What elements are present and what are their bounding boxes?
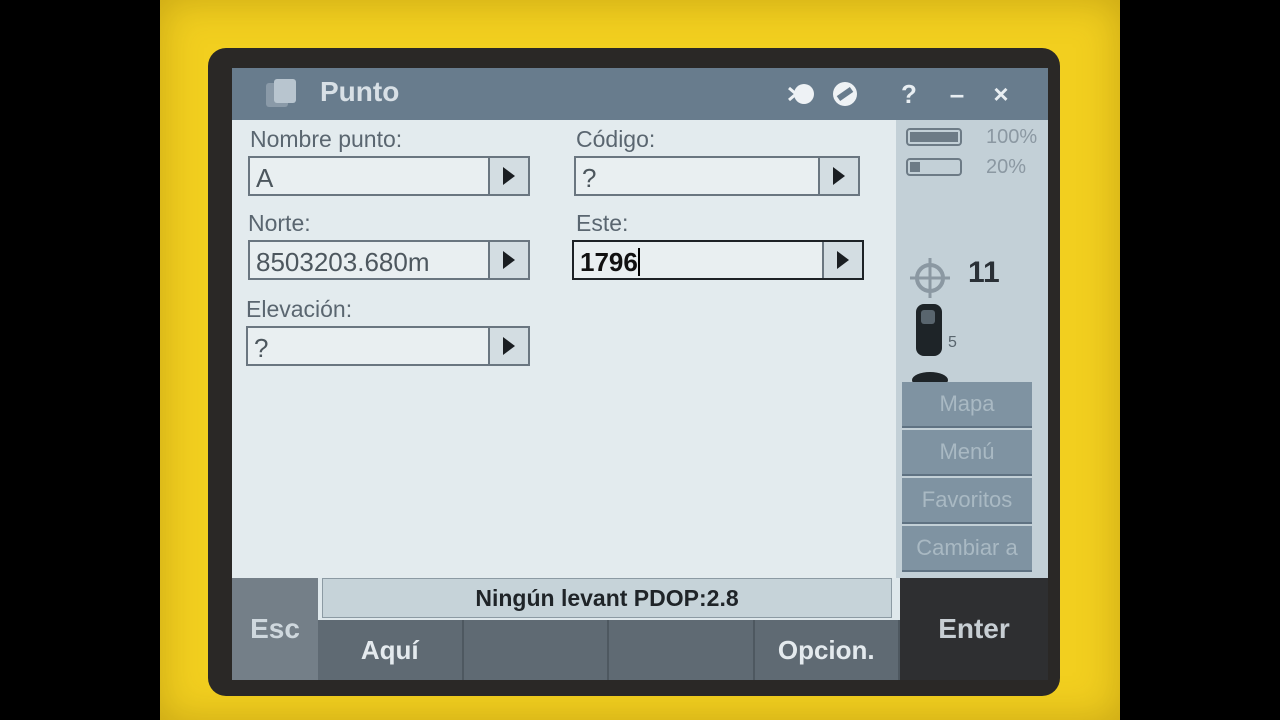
code-arrow-button[interactable]: [818, 158, 858, 194]
no-entry-icon[interactable]: [828, 78, 862, 110]
help-button[interactable]: ?: [892, 78, 926, 110]
screen: Punto ? – × Nombre punto: A Código: ? No…: [232, 68, 1048, 680]
status-panel: 100% 20% 11 5 ? Mapa Menú Favoritos Camb…: [896, 120, 1048, 578]
battery-1-text: 100%: [986, 126, 1038, 148]
softkey-3[interactable]: [609, 620, 755, 680]
right-arrow-icon: [503, 337, 515, 355]
north-value: 8503203.680m: [256, 247, 430, 277]
battery-2[interactable]: 20%: [906, 156, 1026, 178]
east-arrow-button[interactable]: [822, 242, 862, 278]
receiver-icon[interactable]: [912, 302, 946, 360]
status-message: Ningún levant PDOP:2.8: [322, 578, 892, 618]
elevation-arrow-button[interactable]: [488, 328, 528, 364]
east-label: Este:: [576, 210, 629, 236]
app-icon: [266, 79, 296, 107]
connection-icon[interactable]: [784, 78, 818, 110]
battery-2-text: 20%: [986, 156, 1027, 178]
elevation-field[interactable]: ?: [246, 326, 530, 366]
menu-button[interactable]: Menú: [902, 430, 1032, 476]
elevation-value: ?: [254, 333, 269, 363]
elevation-label: Elevación:: [246, 296, 353, 322]
east-value: 1796: [580, 247, 638, 277]
receiver-subscript: 5: [948, 334, 957, 351]
battery-2-fill: [910, 162, 920, 172]
point-name-field[interactable]: A: [248, 156, 530, 196]
title-bar: Punto ? – ×: [232, 68, 1048, 120]
right-arrow-icon: [503, 167, 515, 185]
point-name-arrow-button[interactable]: [488, 158, 528, 194]
right-arrow-icon: [503, 251, 515, 269]
switch-to-button[interactable]: Cambiar a: [902, 526, 1032, 572]
options-softkey[interactable]: Opcion.: [755, 620, 900, 680]
text-caret: [637, 248, 640, 276]
battery-icon: [906, 158, 962, 176]
window-title: Punto: [320, 76, 400, 107]
north-field[interactable]: 8503203.680m: [248, 240, 530, 280]
point-name-label: Nombre punto:: [250, 126, 403, 152]
code-label: Código:: [576, 126, 656, 152]
map-button[interactable]: Mapa: [902, 382, 1032, 428]
satellite-icon[interactable]: [908, 256, 952, 300]
minimize-button[interactable]: –: [940, 78, 974, 110]
point-form: Nombre punto: A Código: ? Norte: 8503203…: [232, 120, 896, 578]
right-arrow-icon: [833, 167, 845, 185]
esc-button[interactable]: Esc: [232, 578, 318, 680]
favorites-button[interactable]: Favoritos: [902, 478, 1032, 524]
code-value: ?: [582, 163, 597, 193]
battery-icon: [906, 128, 962, 146]
satellite-count: 11: [968, 256, 1000, 289]
east-field[interactable]: 1796: [572, 240, 864, 280]
softkey-2[interactable]: [464, 620, 609, 680]
north-label: Norte:: [248, 210, 311, 236]
softkey-bar: Aquí Opcion.: [318, 620, 900, 680]
code-field[interactable]: ?: [574, 156, 860, 196]
enter-button[interactable]: Enter: [900, 578, 1048, 680]
here-softkey[interactable]: Aquí: [318, 620, 464, 680]
right-arrow-icon: [837, 251, 849, 269]
north-arrow-button[interactable]: [488, 242, 528, 278]
close-button[interactable]: ×: [984, 78, 1018, 110]
battery-1-fill: [910, 132, 958, 142]
battery-1[interactable]: 100%: [906, 126, 1037, 148]
point-name-value: A: [256, 163, 274, 193]
